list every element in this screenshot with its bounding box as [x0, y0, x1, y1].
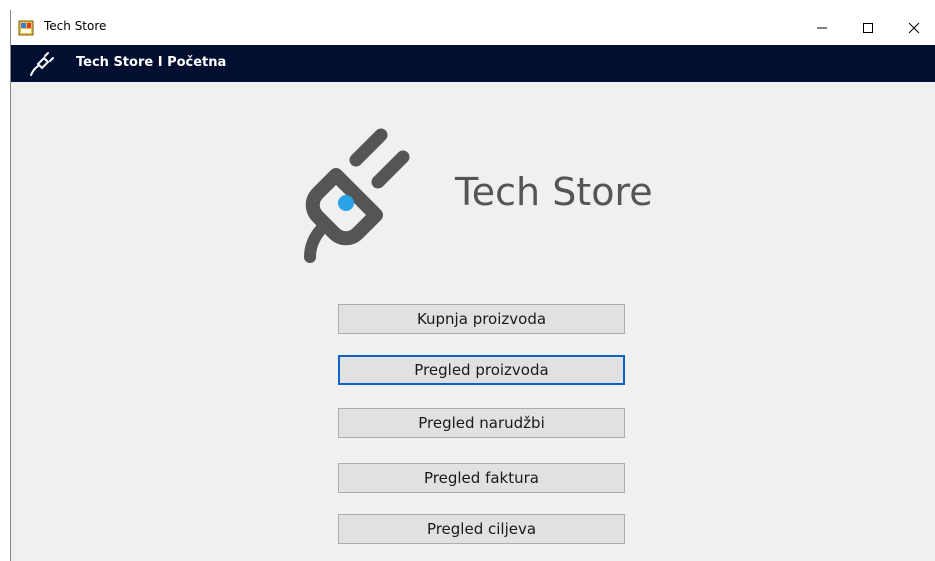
- main-window: Tech Store Tech Store I Početna Tech Sto…: [10, 10, 935, 561]
- app-window-icon: [18, 20, 34, 36]
- nav-bar: Tech Store I Početna: [11, 45, 935, 82]
- maximize-button[interactable]: [845, 10, 891, 45]
- close-icon: [908, 22, 920, 33]
- minimize-button[interactable]: [799, 10, 845, 45]
- close-button[interactable]: [891, 10, 935, 45]
- plug-icon: [29, 51, 55, 77]
- plug-logo-icon: [296, 120, 426, 265]
- pregled-proizvoda-button[interactable]: Pregled proizvoda: [338, 355, 625, 385]
- pregled-faktura-button[interactable]: Pregled faktura: [338, 463, 625, 493]
- kupnja-proizvoda-button[interactable]: Kupnja proizvoda: [338, 304, 625, 334]
- logo-title: Tech Store: [455, 170, 653, 214]
- pregled-narudzbi-button[interactable]: Pregled narudžbi: [338, 408, 625, 438]
- pregled-ciljeva-button[interactable]: Pregled ciljeva: [338, 514, 625, 544]
- maximize-icon: [863, 22, 873, 33]
- title-bar: Tech Store: [11, 10, 935, 45]
- window-title: Tech Store: [44, 19, 107, 33]
- minimize-icon: [817, 27, 827, 28]
- nav-title: Tech Store I Početna: [76, 55, 227, 70]
